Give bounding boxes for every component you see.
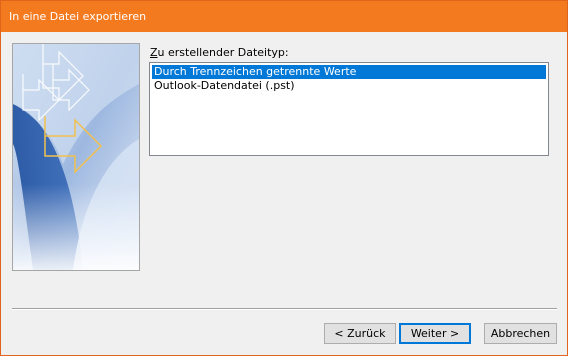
file-type-label-accelerator: Z [150,46,158,59]
title-bar[interactable]: In eine Datei exportieren [1,1,567,32]
list-item-pst[interactable]: Outlook-Datendatei (.pst) [152,79,546,93]
list-item-csv[interactable]: Durch Trennzeichen getrennte Werte [152,65,546,79]
window-title: In eine Datei exportieren [9,10,147,23]
footer-divider [12,308,557,310]
file-type-label: Zu erstellender Dateityp: [150,46,289,59]
next-button[interactable]: Weiter > [399,323,471,344]
file-type-label-text: u erstellender Dateityp: [157,46,289,59]
wizard-banner-image [12,43,140,271]
cancel-button[interactable]: Abbrechen [484,323,557,344]
file-type-listbox[interactable]: Durch Trennzeichen getrennte Werte Outlo… [149,62,549,156]
export-dialog: In eine Datei exportieren Zu erstellende… [0,0,568,356]
back-button[interactable]: < Zurück [324,323,396,344]
